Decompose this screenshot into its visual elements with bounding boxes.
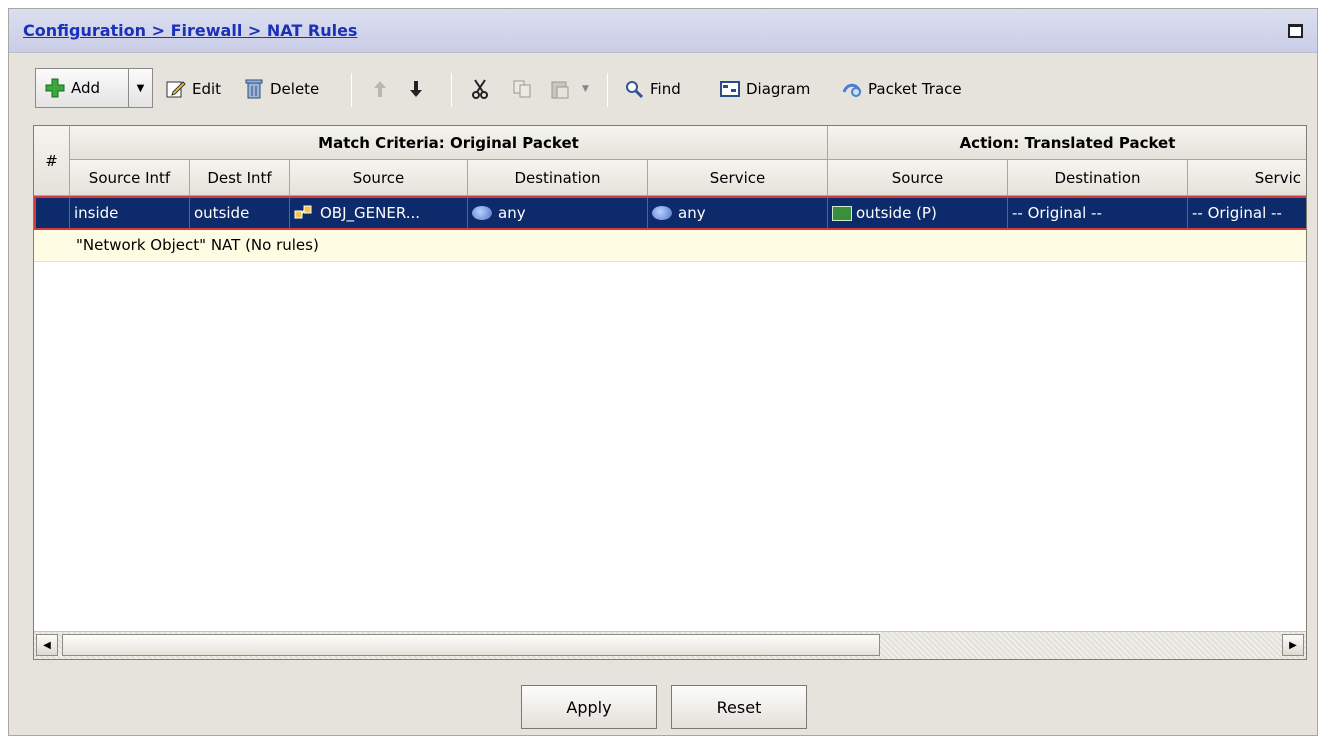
cell-translated-source: outside (P): [828, 198, 1008, 228]
toolbar: Add ▼ Edit Delete ▼ Find Diagram Packet …: [33, 59, 1303, 119]
edit-button[interactable]: Edit: [165, 71, 221, 107]
packet-trace-icon: [841, 78, 863, 100]
column-header-translated-service[interactable]: Servic: [1188, 160, 1306, 196]
column-header-service[interactable]: Service: [648, 160, 828, 196]
packet-trace-button[interactable]: Packet Trace: [841, 71, 962, 107]
network-object-icon: [294, 205, 314, 221]
scroll-right-icon[interactable]: ▶: [1282, 634, 1304, 656]
add-label: Add: [71, 79, 101, 97]
cell-destination-text: any: [498, 204, 526, 222]
paste-icon: [549, 78, 571, 100]
column-header-translated-source[interactable]: Source: [828, 160, 1008, 196]
paste-dropdown-arrow-icon[interactable]: ▼: [582, 84, 589, 94]
cell-service: any: [648, 198, 828, 228]
toolbar-separator: [451, 73, 452, 107]
column-header-source-intf[interactable]: Source Intf: [70, 160, 190, 196]
column-header-translated-destination[interactable]: Destination: [1008, 160, 1188, 196]
trash-icon: [243, 78, 265, 100]
breadcrumb-firewall[interactable]: Firewall: [171, 21, 243, 40]
add-dropdown-arrow-icon[interactable]: ▼: [128, 69, 152, 107]
breadcrumb-nat-rules[interactable]: NAT Rules: [267, 21, 358, 40]
cell-translated-service: -- Original --: [1192, 204, 1282, 222]
paste-button[interactable]: ▼: [549, 71, 589, 107]
breadcrumb-separator: >: [247, 21, 262, 40]
title-bar: Configuration > Firewall > NAT Rules: [9, 9, 1317, 53]
magnifier-icon: [623, 78, 645, 100]
scroll-left-icon[interactable]: ◀: [36, 634, 58, 656]
diagram-label: Diagram: [746, 80, 811, 98]
delete-label: Delete: [270, 80, 320, 98]
scrollbar-thumb[interactable]: [62, 634, 880, 656]
horizontal-scrollbar[interactable]: ◀ ▶: [34, 631, 1306, 659]
group-header-action: Action: Translated Packet: [828, 126, 1306, 160]
cut-button[interactable]: [469, 71, 496, 107]
network-object-nat-label: "Network Object" NAT (No rules): [76, 236, 319, 254]
column-header-number[interactable]: #: [34, 126, 70, 196]
scissors-icon: [469, 78, 491, 100]
breadcrumb-configuration[interactable]: Configuration: [23, 21, 146, 40]
arrow-down-icon: [405, 78, 427, 100]
move-up-button[interactable]: [369, 71, 396, 107]
service-any-icon: [652, 206, 672, 220]
copy-button[interactable]: [511, 71, 538, 107]
find-label: Find: [650, 80, 681, 98]
nat-rules-window: Configuration > Firewall > NAT Rules Add…: [8, 8, 1318, 736]
find-button[interactable]: Find: [623, 71, 681, 107]
breadcrumb: Configuration > Firewall > NAT Rules: [23, 21, 357, 40]
cell-source: OBJ_GENER...: [290, 198, 468, 228]
network-any-icon: [472, 206, 492, 220]
delete-button[interactable]: Delete: [243, 71, 319, 107]
edit-icon: [165, 78, 187, 100]
reset-button[interactable]: Reset: [671, 685, 807, 729]
apply-button[interactable]: Apply: [521, 685, 657, 729]
cell-translated-source-text: outside (P): [856, 204, 937, 222]
packet-trace-label: Packet Trace: [868, 80, 962, 98]
diagram-button[interactable]: Diagram: [719, 71, 810, 107]
row-number-cell: [36, 198, 70, 228]
diagram-icon: [719, 78, 741, 100]
copy-icon: [511, 78, 533, 100]
plus-icon: [44, 77, 66, 99]
maximize-icon[interactable]: [1288, 24, 1303, 38]
cell-translated-destination: -- Original --: [1008, 198, 1188, 228]
cell-dest-intf: outside: [190, 198, 290, 228]
table-row[interactable]: inside outside OBJ_GENER... any any outs…: [34, 196, 1306, 230]
column-header-source[interactable]: Source: [290, 160, 468, 196]
edit-label: Edit: [192, 80, 222, 98]
nat-rules-table: # Match Criteria: Original Packet Action…: [33, 125, 1307, 660]
cell-source-text: OBJ_GENER...: [320, 204, 421, 222]
column-header-destination[interactable]: Destination: [468, 160, 648, 196]
network-object-nat-row[interactable]: "Network Object" NAT (No rules): [34, 230, 1306, 262]
add-button[interactable]: Add ▼: [35, 68, 153, 108]
cell-service-text: any: [678, 204, 706, 222]
cell-destination: any: [468, 198, 648, 228]
group-header-match-criteria: Match Criteria: Original Packet: [70, 126, 828, 160]
move-down-button[interactable]: [405, 71, 432, 107]
interface-icon: [832, 205, 852, 221]
arrow-up-icon: [369, 78, 391, 100]
toolbar-separator: [607, 73, 608, 107]
breadcrumb-separator: >: [151, 21, 166, 40]
cell-source-intf: inside: [70, 198, 190, 228]
toolbar-separator: [351, 73, 352, 107]
column-header-dest-intf[interactable]: Dest Intf: [190, 160, 290, 196]
